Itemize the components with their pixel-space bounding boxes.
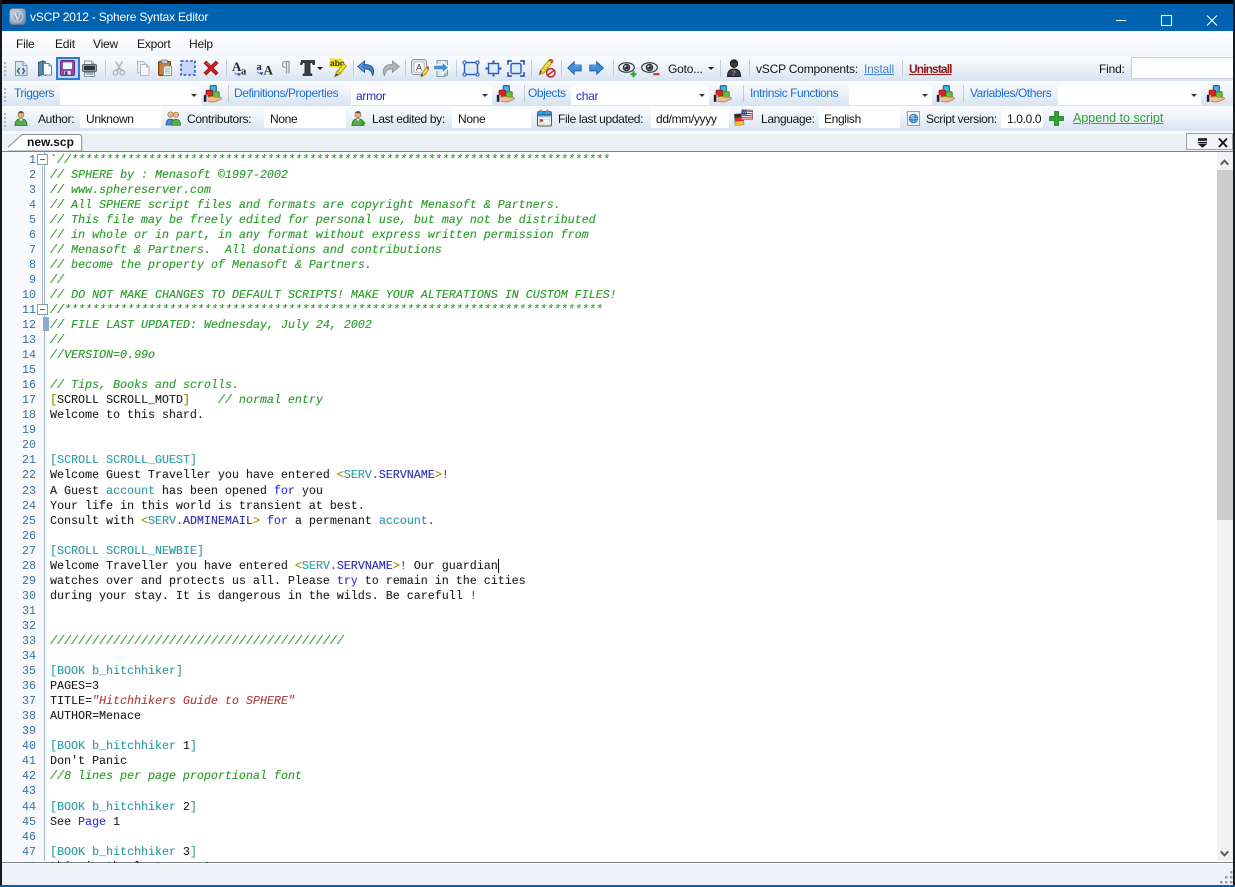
svg-text:A: A (416, 63, 422, 73)
svg-text:a: a (257, 62, 263, 73)
svg-text:V: V (14, 12, 22, 23)
svg-text:?: ? (732, 69, 736, 78)
svg-text:A: A (264, 63, 274, 78)
svg-text:a: a (241, 67, 247, 78)
